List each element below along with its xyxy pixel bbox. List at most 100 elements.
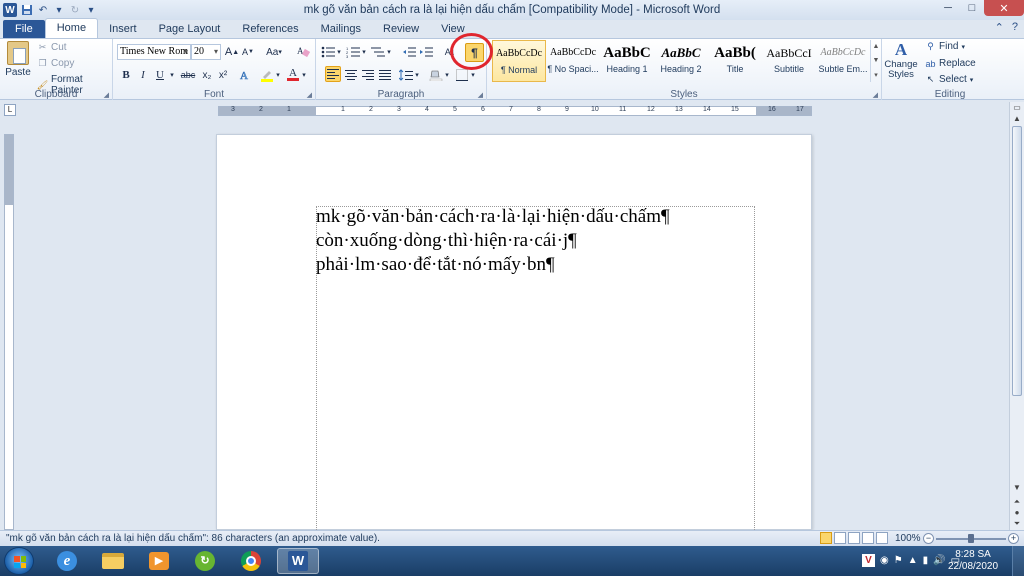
- italic-button[interactable]: I: [135, 67, 151, 83]
- help-icon[interactable]: ?: [1012, 21, 1018, 34]
- minimize-button[interactable]: ─: [936, 0, 960, 16]
- paragraph-line-1[interactable]: mk·gõ·văn·bản·cách·ra·là·lại·hiện·dấu·ch…: [316, 205, 670, 229]
- scroll-up-icon[interactable]: ▲: [1011, 113, 1023, 125]
- tab-selector-icon[interactable]: L: [4, 104, 16, 116]
- clear-formatting-icon[interactable]: A: [295, 43, 311, 59]
- minimize-ribbon-icon[interactable]: ⌃: [995, 21, 1004, 34]
- paste-button[interactable]: Paste: [5, 41, 31, 78]
- highlight-icon[interactable]: [259, 67, 275, 83]
- shading-icon[interactable]: [428, 67, 444, 83]
- style-title[interactable]: AaBb( Title: [708, 40, 762, 82]
- tray-flag-icon[interactable]: ⚑: [894, 555, 903, 566]
- bullets-dropdown-icon[interactable]: ▾: [335, 44, 343, 60]
- multilevel-dropdown-icon[interactable]: ▾: [385, 44, 393, 60]
- taskbar-media-player[interactable]: ▶: [138, 548, 180, 574]
- font-color-dropdown-icon[interactable]: ▾: [300, 67, 308, 83]
- scroll-down-icon[interactable]: ▼: [1011, 482, 1023, 494]
- scroll-thumb[interactable]: [1012, 126, 1022, 396]
- justify-icon[interactable]: [377, 67, 393, 83]
- cut-button[interactable]: ✂ Cut: [37, 42, 67, 53]
- show-desktop-button[interactable]: [1012, 546, 1024, 576]
- shrink-font-button[interactable]: A ▼: [240, 44, 256, 60]
- styles-gallery-scroller[interactable]: ▲ ▼ ▾: [870, 40, 881, 82]
- style-subtitle[interactable]: AaBbCcI Subtitle: [762, 40, 816, 82]
- grow-font-button[interactable]: A ▲: [224, 44, 240, 60]
- start-button[interactable]: [4, 547, 34, 575]
- numbering-dropdown-icon[interactable]: ▾: [360, 44, 368, 60]
- select-button[interactable]: ↖ Select ▾: [925, 74, 974, 85]
- strikethrough-button[interactable]: abc: [179, 67, 197, 83]
- save-icon[interactable]: [21, 4, 33, 16]
- tab-mailings[interactable]: Mailings: [310, 20, 372, 38]
- style-no-spacing[interactable]: AaBbCcDc ¶ No Spaci...: [546, 40, 600, 82]
- superscript-button[interactable]: x²: [215, 67, 231, 83]
- taskbar-chrome[interactable]: [230, 548, 272, 574]
- antivirus-tray-icon[interactable]: V: [862, 554, 875, 567]
- increase-indent-icon[interactable]: [418, 44, 434, 60]
- style-subtle-emphasis[interactable]: AaBbCcDc Subtle Em...: [816, 40, 870, 82]
- decrease-indent-icon[interactable]: [401, 44, 417, 60]
- font-size-select[interactable]: 20: [191, 44, 221, 60]
- document-body[interactable]: mk·gõ·văn·bản·cách·ra·là·lại·hiện·dấu·ch…: [316, 205, 670, 277]
- gallery-more-icon[interactable]: ▾: [874, 71, 878, 79]
- underline-button[interactable]: U: [152, 67, 168, 83]
- horizontal-ruler[interactable]: 3 2 1 1 2 3 4 5 6 7 8 9 10 11 12 13 14 1…: [218, 106, 812, 116]
- find-button[interactable]: ⚲ Find ▾: [925, 41, 965, 52]
- customize-qat-icon[interactable]: ▾: [85, 4, 97, 16]
- tab-file[interactable]: File: [3, 20, 45, 38]
- font-launcher-icon[interactable]: ◢: [307, 91, 312, 99]
- copy-button[interactable]: ❐ Copy: [37, 58, 74, 69]
- redo-icon[interactable]: ↻: [69, 4, 81, 16]
- paragraph-launcher-icon[interactable]: ◢: [478, 91, 483, 99]
- zoom-out-icon[interactable]: −: [923, 533, 934, 544]
- zoom-slider-thumb[interactable]: [968, 534, 974, 543]
- replace-button[interactable]: ab Replace: [925, 58, 975, 69]
- tray-expand-icon[interactable]: ▲: [908, 555, 918, 566]
- tab-page-layout[interactable]: Page Layout: [148, 20, 232, 38]
- vertical-scrollbar[interactable]: ▭ ▲ ▼ ⏶ ● ⏷: [1009, 102, 1024, 530]
- taskbar-internet-explorer[interactable]: e: [46, 548, 88, 574]
- line-spacing-dropdown-icon[interactable]: ▾: [413, 67, 421, 83]
- numbering-icon[interactable]: 123: [345, 44, 361, 60]
- next-page-icon[interactable]: ⏷: [1011, 518, 1023, 530]
- highlight-dropdown-icon[interactable]: ▾: [274, 67, 282, 83]
- taskbar-clock[interactable]: 8:28 SA 22/08/2020: [948, 549, 998, 573]
- vertical-ruler[interactable]: [4, 134, 14, 530]
- tab-review[interactable]: Review: [372, 20, 430, 38]
- multilevel-list-icon[interactable]: [370, 44, 386, 60]
- font-name-select[interactable]: Times New Rom: [117, 44, 191, 60]
- style-heading-2[interactable]: AaBbC Heading 2: [654, 40, 708, 82]
- bullets-icon[interactable]: [320, 44, 336, 60]
- outline-view-icon[interactable]: [862, 532, 874, 544]
- shading-dropdown-icon[interactable]: ▾: [443, 67, 451, 83]
- bold-button[interactable]: B: [118, 67, 134, 83]
- word-app-icon[interactable]: W: [3, 3, 17, 17]
- clipboard-launcher-icon[interactable]: ◢: [104, 91, 109, 99]
- style-normal[interactable]: AaBbCcDc ¶ Normal: [492, 40, 546, 82]
- align-left-icon[interactable]: [325, 66, 341, 82]
- undo-dropdown-icon[interactable]: ▾: [53, 4, 65, 16]
- taskbar-file-explorer[interactable]: [92, 548, 134, 574]
- style-heading-1[interactable]: AaBbC Heading 1: [600, 40, 654, 82]
- gallery-down-icon[interactable]: ▼: [873, 57, 880, 64]
- maximize-button[interactable]: □: [960, 0, 984, 16]
- subscript-button[interactable]: x₂: [199, 67, 215, 83]
- gallery-up-icon[interactable]: ▲: [873, 43, 880, 50]
- font-color-button[interactable]: A: [285, 67, 301, 83]
- zoom-in-icon[interactable]: +: [1008, 533, 1019, 544]
- signal-icon[interactable]: ▮: [923, 555, 929, 566]
- full-screen-reading-icon[interactable]: [834, 532, 846, 544]
- web-layout-icon[interactable]: [848, 532, 860, 544]
- paragraph-line-2[interactable]: còn·xuống·dòng·thì·hiện·ra·cái·j¶: [316, 229, 670, 253]
- change-case-button[interactable]: Aa ▾: [264, 44, 284, 60]
- change-styles-button[interactable]: A Change Styles: [884, 40, 918, 80]
- taskbar-green-app[interactable]: ↻: [184, 548, 226, 574]
- network-status-icon[interactable]: ◉: [880, 555, 889, 566]
- document-page[interactable]: mk·gõ·văn·bản·cách·ra·là·lại·hiện·dấu·ch…: [216, 134, 812, 536]
- taskbar-word[interactable]: W: [277, 548, 319, 574]
- align-right-icon[interactable]: [360, 67, 376, 83]
- draft-view-icon[interactable]: [876, 532, 888, 544]
- undo-icon[interactable]: ↶: [37, 4, 49, 16]
- print-layout-view-icon[interactable]: [820, 532, 832, 544]
- text-effects-icon[interactable]: A: [237, 67, 253, 83]
